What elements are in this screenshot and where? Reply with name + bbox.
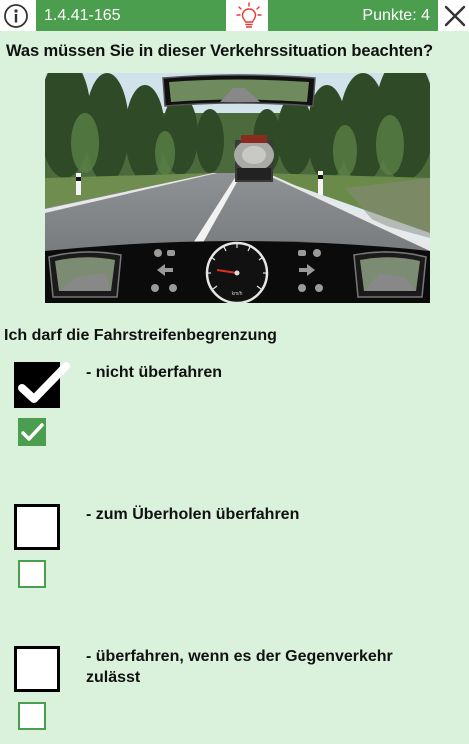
info-icon xyxy=(4,4,28,28)
answer-text[interactable]: - überfahren, wenn es der Gegenverkehr z… xyxy=(86,646,416,688)
close-button[interactable] xyxy=(443,4,467,28)
checkmark-icon xyxy=(18,362,70,403)
answer-text[interactable]: - nicht überfahren xyxy=(86,362,416,383)
close-icon xyxy=(444,5,466,27)
solution-indicator xyxy=(18,702,46,730)
answer-checkbox[interactable] xyxy=(14,362,70,408)
question-title: Was müssen Sie in dieser Verkehrssituati… xyxy=(6,42,434,60)
answer-checkbox[interactable] xyxy=(14,646,60,692)
question-id: 1.4.41-165 xyxy=(36,0,226,31)
svg-text:km/h: km/h xyxy=(232,291,243,297)
hint-button[interactable] xyxy=(232,0,266,31)
answer-checkbox[interactable] xyxy=(14,504,60,550)
top-bar: 1.4.41-165 Punkte: 4 xyxy=(0,0,469,31)
lightbulb-icon xyxy=(236,1,262,28)
traffic-scene-image: km/h xyxy=(39,56,435,305)
solution-indicator xyxy=(18,560,46,588)
score: Punkte: 4 xyxy=(268,0,438,31)
question-stem: Ich darf die Fahrstreifenbegrenzung xyxy=(4,327,277,344)
checkmark-icon xyxy=(21,423,44,441)
solution-indicator xyxy=(18,418,46,446)
info-button[interactable] xyxy=(3,3,29,29)
answer-text[interactable]: - zum Überholen überfahren xyxy=(86,504,416,525)
